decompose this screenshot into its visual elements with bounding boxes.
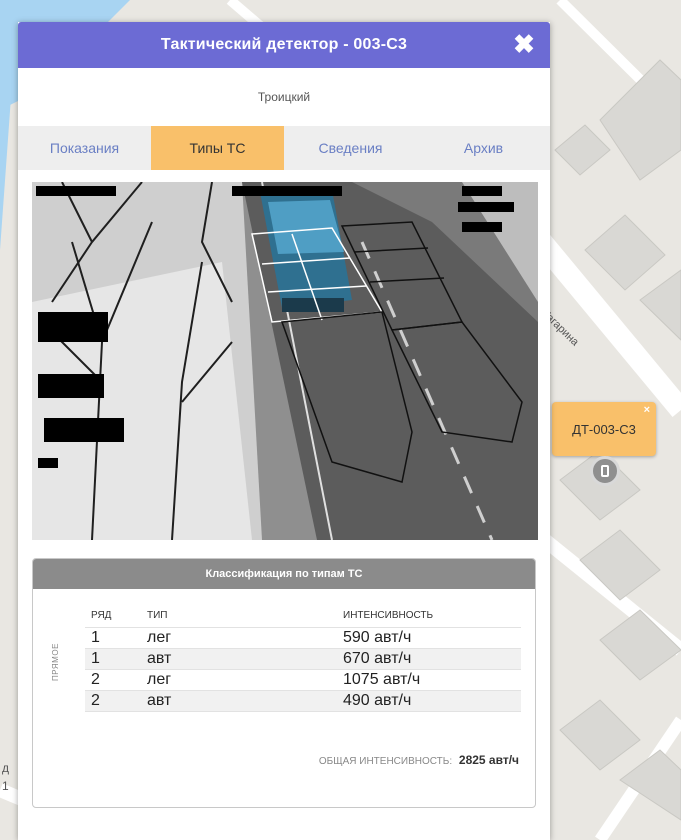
tab-vehicle-types[interactable]: Типы ТС xyxy=(151,126,284,170)
table-row: 2 авт 490 авт/ч xyxy=(85,690,521,712)
column-header-lane: ряд xyxy=(85,605,147,628)
lane-cell: 2 xyxy=(85,690,147,712)
classification-card: Классификация по типам ТС прямое ряд тип… xyxy=(32,558,536,808)
total-intensity: ОБЩАЯ ИНТЕНСИВНОСТЬ: 2825 авт/ч xyxy=(319,753,519,767)
type-cell: лег xyxy=(147,627,343,649)
lane-cell: 1 xyxy=(85,627,147,649)
type-cell: лег xyxy=(147,669,343,691)
type-cell: авт xyxy=(147,690,343,712)
tab-details[interactable]: Сведения xyxy=(284,126,417,170)
classification-table: ряд тип интенсивность 1 лег 590 авт/ч 1 … xyxy=(85,605,521,712)
close-icon[interactable]: × xyxy=(644,404,650,416)
table-row: 2 лег 1075 авт/ч xyxy=(85,669,521,691)
svg-text:1: 1 xyxy=(2,779,9,793)
popup-subtitle: Троицкий xyxy=(257,90,311,104)
close-icon[interactable]: ✖ xyxy=(512,31,536,57)
detector-marker[interactable]: ДТ-003-С3 × xyxy=(552,402,656,456)
type-cell: авт xyxy=(147,648,343,670)
tab-bar: Показания Типы ТС Сведения Архив xyxy=(18,126,550,170)
intensity-cell: 1075 авт/ч xyxy=(343,669,521,691)
intensity-cell: 490 авт/ч xyxy=(343,690,521,712)
classification-title: Классификация по типам ТС xyxy=(33,559,535,589)
total-label: ОБЩАЯ ИНТЕНСИВНОСТЬ: xyxy=(318,756,453,767)
total-value: 2825 авт/ч xyxy=(458,753,519,767)
intensity-cell: 590 авт/ч xyxy=(343,627,521,649)
camera-image xyxy=(32,182,538,540)
marker-label: ДТ-003-С3 xyxy=(572,421,636,437)
direction-label: прямое xyxy=(51,643,60,681)
tab-readings[interactable]: Показания xyxy=(18,126,151,170)
table-row: 1 авт 670 авт/ч xyxy=(85,648,521,670)
svg-text:д: д xyxy=(2,761,9,775)
camera-pin-icon[interactable] xyxy=(590,456,620,486)
popup-title: Тактический детектор - 003-С3 xyxy=(160,36,408,53)
intensity-cell: 670 авт/ч xyxy=(343,648,521,670)
popup-header: Тактический детектор - 003-С3 ✖ xyxy=(18,22,550,68)
lane-cell: 1 xyxy=(85,648,147,670)
tab-archive[interactable]: Архив xyxy=(417,126,550,170)
detector-popup: Тактический детектор - 003-С3 ✖ Троицкий… xyxy=(18,22,550,840)
column-header-type: тип xyxy=(147,605,343,628)
table-row: 1 лег 590 авт/ч xyxy=(85,627,521,649)
column-header-intensity: интенсивность xyxy=(343,605,521,628)
lane-cell: 2 xyxy=(85,669,147,691)
